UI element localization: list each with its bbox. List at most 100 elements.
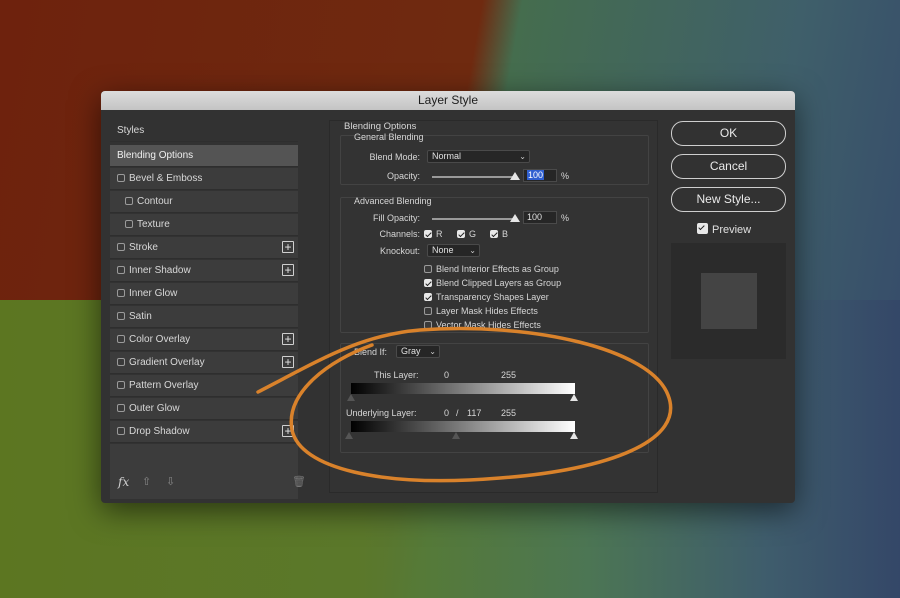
this-layer-black-slider[interactable] [347, 394, 355, 401]
drop-shadow-checkbox[interactable] [117, 427, 125, 435]
move-down-icon[interactable]: ⇩ [166, 475, 175, 488]
channel-g-label: G [469, 229, 477, 239]
blend-interior-option[interactable]: Blend Interior Effects as Group [424, 264, 559, 274]
add-inner-shadow-plus-icon[interactable]: + [282, 264, 294, 276]
underlying-black-slider[interactable] [345, 432, 353, 439]
sidebar-item-label: Stroke [129, 242, 158, 253]
sidebar-item-pattern-overlay[interactable]: Pattern Overlay [110, 375, 298, 397]
sidebar-item-inner-glow[interactable]: Inner Glow [110, 283, 298, 305]
sidebar-item-stroke[interactable]: Stroke + [110, 237, 298, 259]
underlying-gradient-bar [351, 421, 575, 432]
add-stroke-plus-icon[interactable]: + [282, 241, 294, 253]
channel-g-checkbox[interactable] [457, 230, 465, 238]
add-gradient-overlay-plus-icon[interactable]: + [282, 356, 294, 368]
this-layer-white-slider[interactable] [570, 394, 578, 401]
fill-opacity-input[interactable]: 100 [523, 211, 557, 224]
channel-b[interactable]: B [490, 229, 508, 239]
sidebar-item-outer-glow[interactable]: Outer Glow [110, 398, 298, 420]
fx-icon[interactable]: fx [118, 475, 129, 489]
blend-clipped-checkbox[interactable] [424, 279, 432, 287]
sidebar-item-label: Outer Glow [129, 403, 180, 414]
channels-label: Channels: [379, 229, 420, 239]
opacity-unit: % [561, 171, 570, 181]
fill-opacity-slider-thumb[interactable] [510, 214, 520, 222]
cancel-button[interactable]: Cancel [671, 154, 786, 179]
underlying-white-slider[interactable] [570, 432, 578, 439]
blending-options-panel: Blending Options General Blending Blend … [329, 120, 658, 493]
transparency-shapes-option[interactable]: Transparency Shapes Layer [424, 292, 549, 302]
preview-swatch [701, 273, 757, 329]
trash-icon[interactable]: 🗑 [292, 475, 306, 488]
vector-mask-hides-checkbox[interactable] [424, 321, 432, 329]
color-overlay-checkbox[interactable] [117, 335, 125, 343]
layer-mask-hides-checkbox[interactable] [424, 307, 432, 315]
outer-glow-checkbox[interactable] [117, 404, 125, 412]
opacity-input[interactable]: 100 [523, 169, 557, 182]
this-layer-label: This Layer: [374, 370, 419, 380]
preview-toggle[interactable]: Preview [697, 223, 751, 236]
gradient-overlay-checkbox[interactable] [117, 358, 125, 366]
sidebar-item-drop-shadow[interactable]: Drop Shadow + [110, 421, 298, 443]
option-label: Vector Mask Hides Effects [436, 320, 541, 330]
knockout-select[interactable]: None ⌄ [427, 244, 480, 257]
channel-g[interactable]: G [457, 229, 476, 239]
advanced-blending-title: Advanced Blending [354, 196, 432, 206]
underlying-split-slider[interactable] [452, 432, 460, 439]
blend-mode-value: Normal [432, 151, 462, 161]
opacity-label: Opacity: [386, 171, 420, 181]
contour-checkbox[interactable] [125, 197, 133, 205]
bevel-emboss-checkbox[interactable] [117, 174, 125, 182]
opacity-slider-track[interactable] [432, 176, 517, 178]
sidebar-item-texture[interactable]: Texture [110, 214, 298, 236]
sidebar-item-contour[interactable]: Contour [110, 191, 298, 213]
add-drop-shadow-plus-icon[interactable]: + [282, 425, 294, 437]
sidebar-footer: fx ⇧ ⇩ 🗑 [110, 472, 306, 496]
channel-r-checkbox[interactable] [424, 230, 432, 238]
sidebar-item-blending-options[interactable]: Blending Options [110, 145, 298, 167]
channel-b-checkbox[interactable] [490, 230, 498, 238]
inner-glow-checkbox[interactable] [117, 289, 125, 297]
sidebar-item-gradient-overlay[interactable]: Gradient Overlay + [110, 352, 298, 374]
blend-interior-checkbox[interactable] [424, 265, 432, 273]
styles-header: Styles [110, 120, 298, 142]
blend-if-value: Gray [401, 346, 421, 356]
pattern-overlay-checkbox[interactable] [117, 381, 125, 389]
chevron-down-icon: ⌄ [519, 152, 526, 161]
blend-if-select[interactable]: Gray ⌄ [396, 345, 440, 358]
knockout-value: None [432, 245, 454, 255]
transparency-shapes-checkbox[interactable] [424, 293, 432, 301]
opacity-slider-thumb[interactable] [510, 172, 520, 180]
stroke-checkbox[interactable] [117, 243, 125, 251]
ok-button[interactable]: OK [671, 121, 786, 146]
new-style-button[interactable]: New Style... [671, 187, 786, 212]
fill-opacity-slider-track[interactable] [432, 218, 517, 220]
underlying-separator: / [456, 408, 459, 418]
texture-checkbox[interactable] [125, 220, 133, 228]
vector-mask-hides-option[interactable]: Vector Mask Hides Effects [424, 320, 541, 330]
preview-checkbox[interactable] [697, 223, 708, 234]
sidebar-item-satin[interactable]: Satin [110, 306, 298, 328]
this-layer-high: 255 [501, 370, 517, 380]
move-up-icon[interactable]: ⇧ [142, 475, 151, 488]
sidebar-item-label: Contour [137, 196, 173, 207]
fill-opacity-unit: % [561, 213, 570, 223]
blend-mode-select[interactable]: Normal ⌄ [427, 150, 530, 163]
underlying-high: 255 [501, 408, 517, 418]
add-color-overlay-plus-icon[interactable]: + [282, 333, 294, 345]
option-label: Blend Clipped Layers as Group [436, 278, 562, 288]
styles-sidebar: Styles Blending Options Bevel & Emboss C… [110, 120, 298, 503]
channel-r[interactable]: R [424, 229, 443, 239]
blend-clipped-option[interactable]: Blend Clipped Layers as Group [424, 278, 561, 288]
inner-shadow-checkbox[interactable] [117, 266, 125, 274]
sidebar-item-bevel-emboss[interactable]: Bevel & Emboss [110, 168, 298, 190]
satin-checkbox[interactable] [117, 312, 125, 320]
sidebar-item-inner-shadow[interactable]: Inner Shadow + [110, 260, 298, 282]
sidebar-item-label: Blending Options [117, 150, 194, 161]
blend-mode-label: Blend Mode: [369, 152, 420, 162]
underlying-mid: 117 [467, 408, 482, 418]
chevron-down-icon: ⌄ [469, 246, 476, 255]
layer-mask-hides-option[interactable]: Layer Mask Hides Effects [424, 306, 538, 316]
knockout-label: Knockout: [379, 246, 420, 256]
layer-style-dialog: Layer Style Styles Blending Options Beve… [101, 91, 795, 503]
sidebar-item-color-overlay[interactable]: Color Overlay + [110, 329, 298, 351]
